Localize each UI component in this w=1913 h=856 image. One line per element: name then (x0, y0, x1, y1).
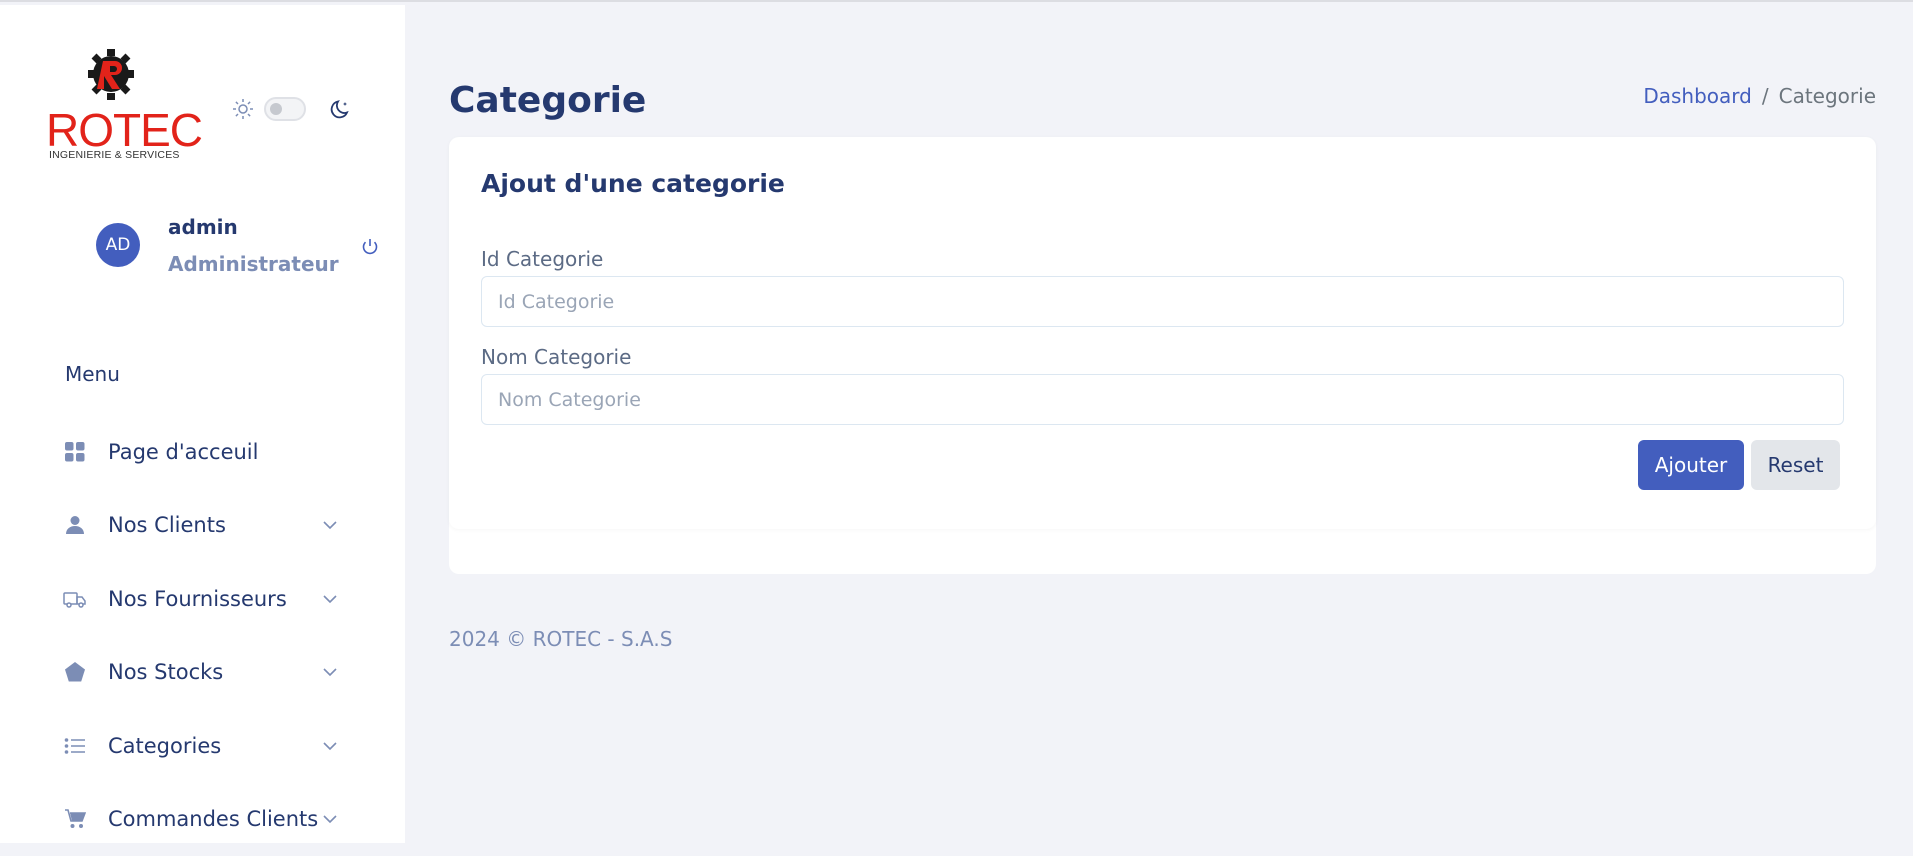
add-category-card: Ajout d'une categorie Id Categorie Nom C… (449, 137, 1876, 529)
sidebar-item-label: Page d'acceuil (108, 440, 258, 464)
sidebar-item-label: Nos Fournisseurs (108, 587, 287, 611)
user-role: Administrateur (168, 252, 339, 276)
card-title: Ajout d'une categorie (481, 169, 785, 198)
sidebar-item-label: Categories (108, 734, 221, 758)
sidebar-item-nos-fournisseurs[interactable]: Nos Fournisseurs (62, 562, 352, 636)
brand-logo[interactable]: ROTEC INGENIERIE & SERVICES (46, 49, 176, 165)
id-categorie-label: Id Categorie (481, 247, 603, 271)
chevron-down-icon (322, 591, 338, 607)
switch-knob (270, 103, 282, 115)
sidebar-item-label: Commandes Clients (108, 807, 318, 831)
sidebar: ROTEC INGENIERIE & SERVICES AD admin Adm… (0, 5, 405, 843)
gear-r-icon (88, 49, 134, 103)
nom-categorie-input[interactable] (481, 374, 1844, 425)
reset-button[interactable]: Reset (1751, 440, 1840, 490)
sidebar-item-nos-stocks[interactable]: Nos Stocks (62, 636, 352, 710)
list-icon (64, 735, 86, 757)
brand-tagline: INGENIERIE & SERVICES (49, 149, 180, 161)
person-icon (64, 514, 86, 536)
breadcrumb: Dashboard / Categorie (1643, 84, 1876, 108)
nom-categorie-label: Nom Categorie (481, 345, 631, 369)
breadcrumb-separator: / (1762, 84, 1769, 108)
chevron-down-icon (322, 811, 338, 827)
sidebar-item-label: Nos Clients (108, 513, 226, 537)
avatar[interactable]: AD (96, 223, 140, 267)
breadcrumb-dashboard-link[interactable]: Dashboard (1643, 84, 1752, 108)
sun-icon (232, 98, 254, 120)
id-categorie-input[interactable] (481, 276, 1844, 327)
sidebar-item-label: Nos Stocks (108, 660, 223, 684)
user-profile: AD admin Administrateur (96, 215, 396, 285)
menu-title: Menu (65, 362, 120, 386)
sidebar-item-page-d-acceuil[interactable]: Page d'acceuil (62, 415, 352, 489)
sidebar-item-nos-clients[interactable]: Nos Clients (62, 489, 352, 563)
ajouter-button[interactable]: Ajouter (1638, 440, 1744, 490)
page-title: Categorie (449, 80, 646, 121)
grid-icon (64, 441, 86, 463)
chevron-down-icon (322, 664, 338, 680)
truck-icon (63, 588, 87, 610)
pentagon-icon (64, 661, 86, 683)
breadcrumb-current: Categorie (1779, 84, 1876, 108)
footer-copyright: 2024 © ROTEC - S.A.S (449, 627, 672, 651)
sidebar-menu: Page d'acceuil Nos Clients Nos Fournisse… (62, 415, 352, 856)
sidebar-item-categories[interactable]: Categories (62, 709, 352, 783)
moon-icon (330, 98, 352, 120)
chevron-down-icon (322, 517, 338, 533)
user-name: admin (168, 215, 238, 239)
chevron-down-icon (322, 738, 338, 754)
theme-toggle (232, 97, 352, 121)
dark-mode-switch[interactable] (264, 97, 306, 121)
cart-icon (64, 808, 86, 830)
sidebar-item-commandes-clients[interactable]: Commandes Clients (62, 783, 352, 856)
power-icon[interactable] (360, 237, 380, 257)
